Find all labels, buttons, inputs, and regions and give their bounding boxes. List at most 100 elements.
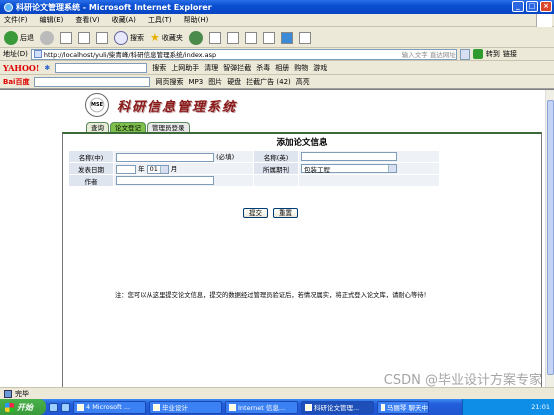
- task-chat[interactable]: 马丽琴 聊天中: [377, 400, 429, 414]
- task-label: Internet 信息...: [238, 404, 286, 412]
- vertical-scrollbar[interactable]: [545, 90, 554, 388]
- forward-icon[interactable]: [40, 30, 54, 45]
- yahoo-item-album[interactable]: 相册: [275, 63, 289, 73]
- ie-icon: [4, 2, 13, 12]
- yahoo-item-popup[interactable]: 智弹拦截: [223, 63, 251, 73]
- baidu-toolbar: Bai百度 网页搜索 MP3 图片 硬盘 拦截广告 (42) 高亮: [0, 75, 554, 89]
- address-input[interactable]: http://localhost/yuli/柴青峰/科研信息管理系统/index…: [30, 48, 457, 60]
- history-icon[interactable]: [188, 30, 203, 45]
- task-iis[interactable]: Internet 信息...: [225, 400, 298, 414]
- month-value: 01: [149, 165, 158, 174]
- go-arrow-icon[interactable]: [472, 49, 483, 59]
- name-cn-input[interactable]: [116, 152, 214, 162]
- yahoo-item-clean[interactable]: 清理: [204, 63, 218, 73]
- address-search-hint: 输入文字 直达网址: [401, 51, 456, 59]
- start-button[interactable]: 开始: [0, 399, 46, 415]
- journal-value: 包装工程: [304, 165, 330, 174]
- page-done-icon: [4, 389, 12, 398]
- address-bar: 地址(D) http://localhost/yuli/柴青峰/科研信息管理系统…: [0, 48, 554, 61]
- baidu-item-web[interactable]: 网页搜索: [155, 77, 183, 87]
- baidu-item-highlight[interactable]: 高亮: [296, 77, 310, 87]
- tab-paper-register[interactable]: 论文登记: [110, 122, 146, 132]
- close-button[interactable]: ×: [540, 1, 552, 12]
- favorites-button[interactable]: ★ 收藏夹: [150, 31, 183, 44]
- yahoo-item-shopping[interactable]: 购物: [294, 63, 308, 73]
- qq-icon[interactable]: [298, 31, 311, 44]
- form-buttons: 提交 重置: [243, 208, 298, 218]
- task-label: 毕业设计: [162, 404, 188, 412]
- menu-tools[interactable]: 工具(T): [148, 15, 172, 25]
- search-icon: [114, 30, 128, 45]
- tab-query[interactable]: 查询: [86, 122, 109, 132]
- name-cn-label: 名称(中): [68, 150, 114, 163]
- yahoo-item-games[interactable]: 游戏: [313, 63, 327, 73]
- journal-select[interactable]: 包装工程: [301, 164, 397, 174]
- search-button[interactable]: 搜索: [114, 30, 144, 45]
- baidu-item-mp3[interactable]: MP3: [188, 78, 203, 86]
- site-title: 科研信息管理系统: [117, 99, 238, 115]
- menu-view[interactable]: 查看(V): [75, 15, 99, 25]
- month-select[interactable]: 01: [146, 164, 169, 174]
- tab-admin-login[interactable]: 管理员登录: [147, 122, 190, 132]
- windows-flag-icon: [5, 402, 14, 412]
- menu-help[interactable]: 帮助(H): [184, 15, 209, 25]
- menu-edit[interactable]: 编辑(E): [40, 15, 64, 25]
- edit-icon[interactable]: [244, 31, 257, 44]
- address-dropdown[interactable]: [459, 48, 470, 60]
- page-viewport: MSE 科研信息管理系统 查询 论文登记 管理员登录 添加论文信息 名称(中) …: [0, 89, 554, 388]
- favorites-label: 收藏夹: [161, 33, 183, 42]
- year-unit: 年: [138, 165, 145, 174]
- yahoo-item-antivirus[interactable]: 杀毒: [256, 63, 270, 73]
- discuss-icon[interactable]: [262, 31, 275, 44]
- yahoo-search-input[interactable]: [55, 62, 148, 73]
- yahoo-item-helper[interactable]: 上网助手: [171, 63, 199, 73]
- journal-label: 所属期刊: [253, 162, 299, 175]
- back-button[interactable]: 后退: [4, 30, 34, 45]
- mse-logo: MSE: [85, 93, 109, 117]
- yahoo-search-button[interactable]: 搜索: [152, 63, 166, 73]
- home-icon[interactable]: [96, 31, 108, 44]
- start-label: 开始: [17, 402, 33, 412]
- ie-icon: [305, 403, 312, 411]
- links-button[interactable]: 链接: [503, 49, 517, 59]
- baidu-item-adblock[interactable]: 拦截广告 (42): [246, 77, 291, 87]
- iis-icon: [229, 403, 236, 411]
- baidu-item-images[interactable]: 图片: [208, 77, 222, 87]
- stop-icon[interactable]: [60, 31, 72, 44]
- menu-favorites[interactable]: 收藏(A): [112, 15, 136, 25]
- messenger-icon[interactable]: [280, 31, 293, 44]
- baidu-item-disk[interactable]: 硬盘: [227, 77, 241, 87]
- submit-button[interactable]: 提交: [243, 208, 268, 218]
- star-icon: ★: [150, 31, 160, 44]
- name-en-input[interactable]: [301, 152, 397, 161]
- windows-logo-icon: [536, 14, 552, 27]
- baidu-search-input[interactable]: [34, 76, 151, 87]
- minimize-button[interactable]: _: [512, 1, 524, 12]
- task-folder[interactable]: 毕业设计: [149, 400, 222, 414]
- task-word[interactable]: 4 Microsoft ...: [73, 400, 146, 414]
- yahoo-menu-icon[interactable]: ✱: [44, 64, 50, 72]
- print-icon[interactable]: [226, 31, 239, 44]
- author-label: 作者: [68, 174, 114, 187]
- refresh-icon[interactable]: [78, 31, 90, 44]
- clock[interactable]: 21:01: [531, 403, 550, 411]
- month-unit: 月: [170, 165, 178, 174]
- scrollbar-thumb[interactable]: [547, 100, 554, 375]
- baidu-logo: Bai百度: [3, 77, 30, 86]
- menu-file[interactable]: 文件(F): [4, 15, 28, 25]
- nav-tabs: 查询 论文登记 管理员登录: [86, 122, 190, 132]
- reset-button[interactable]: 重置: [273, 208, 298, 218]
- task-ie[interactable]: 科研论文管理...: [301, 400, 374, 414]
- author-input[interactable]: [116, 176, 214, 185]
- maximize-button[interactable]: □: [526, 1, 538, 12]
- mail-icon[interactable]: [208, 31, 221, 44]
- quicklaunch-ie-icon[interactable]: [49, 402, 58, 412]
- year-input[interactable]: [116, 164, 136, 174]
- form-panel: 添加论文信息 名称(中) (必填) 名称(英) 发表日期 年 01 月 所属期刊…: [62, 132, 542, 388]
- go-button[interactable]: 转到: [486, 49, 500, 59]
- task-label: 4 Microsoft ...: [86, 403, 131, 411]
- watermark: CSDN @毕业设计方案专家: [383, 373, 542, 388]
- search-label: 搜索: [130, 33, 144, 42]
- yahoo-logo: YAHOO!: [3, 62, 40, 73]
- quicklaunch-desktop-icon[interactable]: [61, 402, 70, 412]
